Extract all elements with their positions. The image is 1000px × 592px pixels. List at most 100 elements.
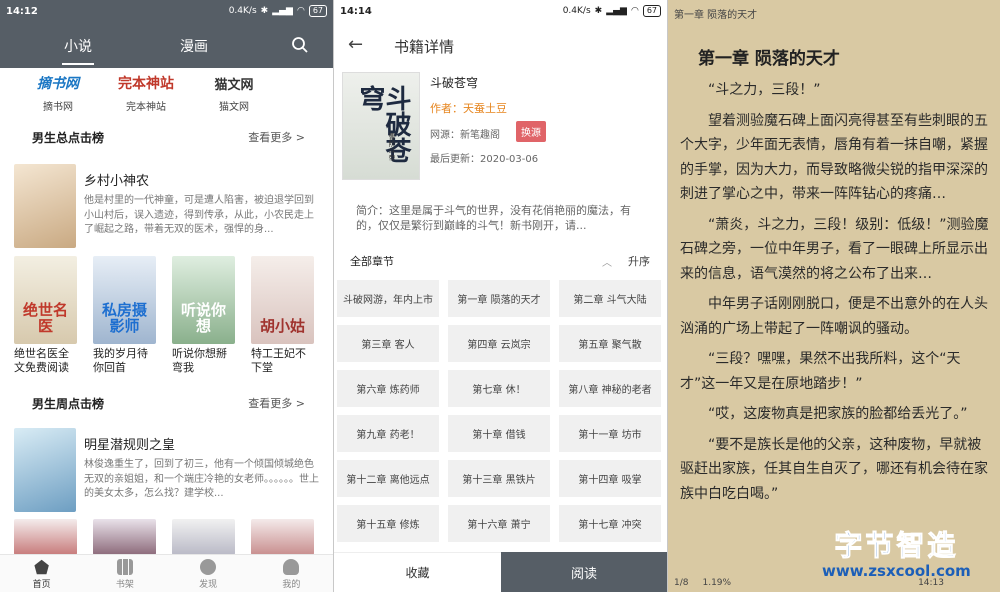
nav-discover[interactable]: 发现: [167, 555, 250, 592]
book-cover: [14, 164, 76, 248]
bluetooth-icon: ✱: [260, 6, 269, 16]
featured-book[interactable]: 乡村小神农 他是村里的一代神童，可是遭人陷害，被迫退学回到小山村后，误入遗迹，得…: [14, 164, 320, 248]
source-item-wanben[interactable]: 完本神站 完本神站: [102, 68, 190, 113]
reader-screen[interactable]: 第一章 陨落的天才 第一章 陨落的天才 “斗之力，三段！” 望着测验魔石碑上面闪…: [668, 0, 1000, 592]
compass-icon: [200, 559, 217, 575]
back-arrow-icon[interactable]: ←: [348, 34, 363, 55]
chapter-item[interactable]: 第九章 药老！: [337, 415, 439, 452]
book-cover: 听说你想: [172, 256, 235, 344]
search-icon[interactable]: [291, 36, 309, 54]
book-title: 我的岁月待你回首: [93, 347, 148, 374]
featured-book[interactable]: 明星潜规则之皇 林俊逸重生了，回到了初三，他有一个倾国倾城绝色无双的亲姐姐，和一…: [14, 428, 320, 512]
grid-book[interactable]: 私房摄影师 我的岁月待你回首: [93, 256, 156, 375]
chapter-item[interactable]: 第十四章 吸掌: [559, 460, 661, 497]
reader-header-chapter: 第一章 陨落的天才: [674, 10, 758, 21]
paragraph: “斗之力，三段！”: [708, 82, 821, 98]
book-grid: 绝世名医 绝世名医全文免费阅读 私房摄影师 我的岁月待你回首 听说你想 听说你想…: [14, 256, 314, 375]
wanben-logo: 完本神站: [118, 76, 174, 92]
chapter-item[interactable]: 第七章 休！: [448, 370, 550, 407]
section-title: 男生总点击榜: [32, 130, 105, 145]
book-intro[interactable]: 简介：这里是属于斗气的世界，没有花俏艳丽的魔法，有的，仅仅是繁衍到巅峰的斗气！新…: [356, 203, 650, 233]
chapter-item[interactable]: 第八章 神秘的老者: [559, 370, 661, 407]
book-cover: [14, 428, 76, 512]
network-speed: 0.4K/s: [562, 6, 591, 16]
bluetooth-icon: ✱: [594, 6, 603, 16]
novel-home-screen: 14:12 0.4K/s ✱ ▂▄▆ ◠ 67 小说 漫画 摘书网 摘书网 完本…: [0, 0, 333, 592]
paragraph: “萧炎，斗之力，三段！级别：低级！”测验魔石碑之旁，一位中年男子，看了一眼碑上所…: [680, 216, 989, 282]
tab-comic[interactable]: 漫画: [180, 36, 208, 56]
see-more-link[interactable]: 查看更多 >: [248, 395, 305, 411]
category-tabs: 小说 漫画: [0, 22, 333, 68]
wifi-icon: ◠: [296, 6, 305, 16]
source-item-maowen[interactable]: 猫文网 猫文网: [190, 68, 278, 114]
cover-subtitle: 曹阶斗帝: [388, 133, 396, 161]
sort-toggle[interactable]: 升序: [628, 253, 650, 269]
chapter-item[interactable]: 第十六章 萧宁: [448, 505, 550, 542]
battery-icon: 67: [308, 5, 327, 17]
change-source-button[interactable]: 换源: [516, 121, 546, 142]
chapter-item[interactable]: 第一章 陨落的天才: [448, 280, 550, 317]
source-label: 猫文网: [219, 102, 249, 113]
network-speed: 0.4K/s: [228, 6, 257, 16]
grid-book[interactable]: 听说你想 听说你想掰弯我: [172, 256, 235, 375]
chapter-item[interactable]: 斗破网游，年内上市: [337, 280, 439, 317]
chapter-title: 第一章 陨落的天才: [698, 49, 840, 69]
grid-book[interactable]: 胡小姑 特工王妃不下堂: [251, 256, 314, 375]
site-watermark: 字节智造 www.zsxcool.com: [822, 524, 971, 581]
section-header-weekly-clicks: 男生周点击榜 查看更多 >: [0, 393, 333, 413]
nav-bookshelf[interactable]: 书架: [83, 555, 166, 592]
book-cover: 私房摄影师: [93, 256, 156, 344]
chapter-item[interactable]: 第十七章 冲突: [559, 505, 661, 542]
grid-book[interactable]: [14, 519, 77, 555]
chapter-item[interactable]: 第四章 云岚宗: [448, 325, 550, 362]
person-icon: [283, 559, 300, 575]
see-more-link[interactable]: 查看更多 >: [248, 129, 305, 145]
book-cover: [251, 519, 314, 555]
chapter-item[interactable]: 第十五章 修炼: [337, 505, 439, 542]
book-description: 他是村里的一代神童，可是遭人陷害，被迫退学回到小山村后，误入遗迹，得到传承，从此…: [84, 195, 314, 235]
zhaishu-logo: 摘书网: [37, 76, 79, 92]
chevron-up-icon[interactable]: ︿: [602, 254, 612, 269]
book-source: 网源：新笔趣阁: [430, 130, 500, 141]
chapter-item[interactable]: 第十二章 离他远点: [337, 460, 439, 497]
battery-icon: 67: [642, 5, 661, 17]
chapter-list-title[interactable]: 全部章节: [350, 253, 394, 269]
status-time: 14:12: [6, 5, 38, 17]
chapter-item[interactable]: 第十一章 坊市: [559, 415, 661, 452]
book-cover: [172, 519, 235, 555]
cover-title: 斗破苍穹: [355, 85, 411, 163]
paragraph: “哎，这废物真是把家族的脸都给丢光了。”: [708, 406, 968, 422]
paragraph: “要不是族长是他的父亲，这种废物，早就被驱赶出家族，任其自生自灭了，哪还有机会待…: [680, 436, 988, 502]
status-icons: 0.4K/s ✱ ▂▄▆ ◠ 67: [563, 5, 661, 17]
status-icons: 0.4K/s ✱ ▂▄▆ ◠ 67: [229, 5, 327, 17]
chapter-item[interactable]: 第十章 借钱: [448, 415, 550, 452]
book-title: 乡村小神农: [84, 174, 150, 189]
book-author[interactable]: 作者：天蚕土豆: [430, 100, 507, 116]
chapter-item[interactable]: 第三章 客人: [337, 325, 439, 362]
chapter-item[interactable]: 第五章 聚气散: [559, 325, 661, 362]
cover-text: 胡小姑: [259, 317, 305, 335]
nav-label: 发现: [199, 580, 218, 590]
tab-novel[interactable]: 小说: [62, 36, 94, 65]
watermark-url: www.zsxcool.com: [822, 562, 971, 580]
grid-book[interactable]: [93, 519, 156, 555]
chapter-item[interactable]: 第二章 斗气大陆: [559, 280, 661, 317]
status-bar: 14:12 0.4K/s ✱ ▂▄▆ ◠ 67: [0, 0, 333, 22]
nav-profile[interactable]: 我的: [250, 555, 333, 592]
add-to-favorites-button[interactable]: 收藏: [334, 552, 501, 592]
grid-book[interactable]: 绝世名医 绝世名医全文免费阅读: [14, 256, 77, 375]
nav-label: 我的: [282, 580, 301, 590]
read-button[interactable]: 阅读: [501, 552, 667, 592]
book-title: 听说你想掰弯我: [172, 347, 227, 374]
grid-book[interactable]: [251, 519, 314, 555]
detail-action-bar: 收藏 阅读: [334, 552, 667, 592]
home-icon: [34, 559, 49, 575]
nav-home[interactable]: 首页: [0, 555, 83, 592]
chapter-item[interactable]: 第十三章 黑铁片: [448, 460, 550, 497]
grid-book[interactable]: [172, 519, 235, 555]
status-time: 14:14: [340, 5, 372, 17]
progress-percent: 1.19%: [702, 578, 732, 588]
chapter-item[interactable]: 第六章 炼药师: [337, 370, 439, 407]
source-item-zhaishu[interactable]: 摘书网 摘书网: [14, 68, 102, 113]
page-indicator: 1/8: [674, 578, 689, 588]
